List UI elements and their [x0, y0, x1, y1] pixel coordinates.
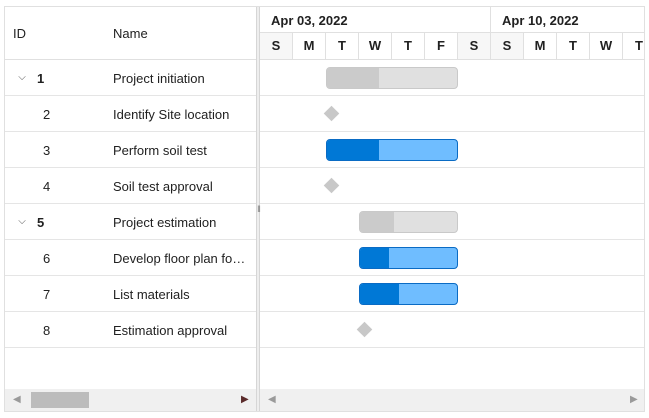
- cell-id: 6: [43, 251, 51, 266]
- day-header-cell: S: [260, 33, 293, 59]
- chart-row: [260, 312, 644, 348]
- taskbar-progress: [360, 248, 390, 268]
- cell-name: Develop floor plan for estimation: [113, 251, 249, 266]
- table-row[interactable]: ⌵ 5 Project estimation: [5, 204, 256, 240]
- day-header-cell: M: [524, 33, 557, 59]
- taskbar[interactable]: [359, 283, 458, 305]
- taskbar-progress: [360, 212, 394, 232]
- table-row[interactable]: ⌵ 1 Project initiation: [5, 60, 256, 96]
- parent-taskbar[interactable]: [359, 211, 458, 233]
- column-header-name[interactable]: Name: [113, 26, 148, 41]
- cell-name: Project initiation: [113, 71, 205, 86]
- week-header-cell: Apr 03, 2022: [260, 7, 491, 33]
- day-header-cell: S: [458, 33, 491, 59]
- day-header-cell: M: [293, 33, 326, 59]
- day-header-cell: T: [557, 33, 590, 59]
- cell-name: Estimation approval: [113, 323, 228, 338]
- chart-row: [260, 168, 644, 204]
- taskbar[interactable]: [359, 247, 458, 269]
- triangle-right-icon[interactable]: ▶: [630, 394, 638, 406]
- parent-taskbar[interactable]: [326, 67, 458, 89]
- triangle-left-icon[interactable]: ◀: [13, 394, 21, 406]
- grid-horizontal-scrollbar[interactable]: ◀ ▶: [5, 389, 256, 411]
- chevron-down-icon[interactable]: ⌵: [16, 72, 28, 84]
- chevron-down-icon[interactable]: ⌵: [16, 216, 28, 228]
- cell-id: 2: [43, 107, 51, 122]
- cell-name: Perform soil test: [113, 143, 207, 158]
- taskbar-progress: [327, 68, 379, 88]
- table-row[interactable]: 3 Perform soil test: [5, 132, 256, 168]
- taskbar-progress: [360, 284, 399, 304]
- table-row[interactable]: 2 Identify Site location: [5, 96, 256, 132]
- cell-id: 4: [43, 179, 51, 194]
- day-header-cell: T: [392, 33, 425, 59]
- column-header-id[interactable]: ID: [13, 26, 26, 41]
- table-row[interactable]: 4 Soil test approval: [5, 168, 256, 204]
- cell-id: 3: [43, 143, 51, 158]
- cell-name: Identify Site location: [113, 107, 230, 122]
- taskbar[interactable]: [326, 139, 458, 161]
- grid-header: ID Name: [5, 7, 256, 60]
- week-header-cell: Apr 10, 2022: [491, 7, 644, 33]
- day-header-cell: S: [491, 33, 524, 59]
- table-row[interactable]: 7 List materials: [5, 276, 256, 312]
- cell-id: 5: [37, 215, 45, 230]
- cell-id: 7: [43, 287, 51, 302]
- day-header-cell: T: [326, 33, 359, 59]
- timeline-week-header: Apr 03, 2022 Apr 10, 2022: [260, 7, 644, 33]
- chart-row: [260, 96, 644, 132]
- gantt-chart: ID Name ⌵ 1 Project initiation 2 Identify Si…: [4, 6, 645, 412]
- day-header-cell: T: [623, 33, 644, 59]
- chart-horizontal-scrollbar[interactable]: ◀ ▶: [260, 389, 644, 411]
- task-grid: ID Name ⌵ 1 Project initiation 2 Identify Si…: [5, 7, 256, 411]
- cell-name: Soil test approval: [113, 179, 213, 194]
- taskbar-progress: [327, 140, 379, 160]
- table-row[interactable]: 8 Estimation approval: [5, 312, 256, 348]
- timeline-pane: Apr 03, 2022 Apr 10, 2022 SMTWTFSSMTWT ◀ …: [260, 7, 644, 411]
- grid-scroll-thumb[interactable]: [31, 392, 89, 408]
- timeline-day-header: SMTWTFSSMTWT: [260, 33, 644, 60]
- cell-id: 8: [43, 323, 51, 338]
- day-header-cell: F: [425, 33, 458, 59]
- triangle-left-icon[interactable]: ◀: [268, 394, 276, 406]
- cell-id: 1: [37, 71, 45, 86]
- day-header-cell: W: [590, 33, 623, 59]
- day-header-cell: W: [359, 33, 392, 59]
- table-row[interactable]: 6 Develop floor plan for estimation: [5, 240, 256, 276]
- cell-name: Project estimation: [113, 215, 217, 230]
- triangle-right-icon[interactable]: ▶: [241, 394, 249, 406]
- cell-name: List materials: [113, 287, 190, 302]
